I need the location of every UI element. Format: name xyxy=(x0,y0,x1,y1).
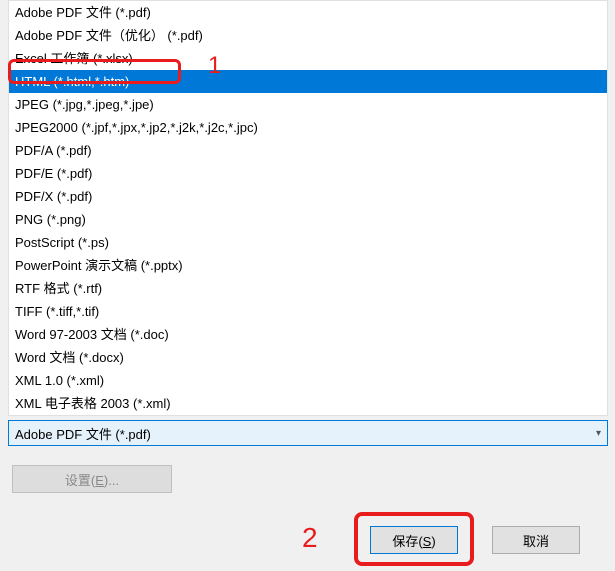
filetype-option[interactable]: PowerPoint 演示文稿 (*.pptx) xyxy=(9,254,607,277)
filetype-option[interactable]: HTML (*.html,*.htm) xyxy=(9,70,607,93)
filetype-option[interactable]: PDF/X (*.pdf) xyxy=(9,185,607,208)
filetype-dropdown-row: Adobe PDF 文件 (*.pdf) ▾ xyxy=(8,420,608,446)
filetype-option[interactable]: Word 97-2003 文档 (*.doc) xyxy=(9,323,607,346)
settings-button: 设置(E)... xyxy=(12,465,172,493)
settings-button-label: 设置(E)... xyxy=(65,470,119,489)
chevron-down-icon: ▾ xyxy=(596,428,601,439)
annotation-label-2: 2 xyxy=(302,522,318,554)
filetype-option[interactable]: JPEG (*.jpg,*.jpeg,*.jpe) xyxy=(9,93,607,116)
filetype-option[interactable]: Adobe PDF 文件（优化） (*.pdf) xyxy=(9,24,607,47)
filetype-dropdown-value: Adobe PDF 文件 (*.pdf) xyxy=(15,424,151,443)
filetype-option[interactable]: TIFF (*.tiff,*.tif) xyxy=(9,300,607,323)
filetype-option[interactable]: PNG (*.png) xyxy=(9,208,607,231)
filetype-option[interactable]: RTF 格式 (*.rtf) xyxy=(9,277,607,300)
filetype-option[interactable]: Adobe PDF 文件 (*.pdf) xyxy=(9,1,607,24)
save-button-label: 保存(S) xyxy=(392,531,435,550)
filetype-option[interactable]: XML 电子表格 2003 (*.xml) xyxy=(9,392,607,415)
cancel-button-label: 取消 xyxy=(523,531,549,550)
filetype-option[interactable]: JPEG2000 (*.jpf,*.jpx,*.jp2,*.j2k,*.j2c,… xyxy=(9,116,607,139)
filetype-option[interactable]: 纯文本 (*.txt) xyxy=(9,415,607,416)
filetype-option[interactable]: PDF/A (*.pdf) xyxy=(9,139,607,162)
cancel-button[interactable]: 取消 xyxy=(492,526,580,554)
filetype-dropdown[interactable]: Adobe PDF 文件 (*.pdf) ▾ xyxy=(8,420,608,446)
save-button[interactable]: 保存(S) xyxy=(370,526,458,554)
filetype-option[interactable]: PostScript (*.ps) xyxy=(9,231,607,254)
filetype-option[interactable]: Word 文档 (*.docx) xyxy=(9,346,607,369)
filetype-listbox[interactable]: Adobe PDF 文件 (*.pdf)Adobe PDF 文件（优化） (*.… xyxy=(8,0,608,416)
filetype-option[interactable]: PDF/E (*.pdf) xyxy=(9,162,607,185)
filetype-option[interactable]: XML 1.0 (*.xml) xyxy=(9,369,607,392)
filetype-option[interactable]: Excel 工作簿 (*.xlsx) xyxy=(9,47,607,70)
